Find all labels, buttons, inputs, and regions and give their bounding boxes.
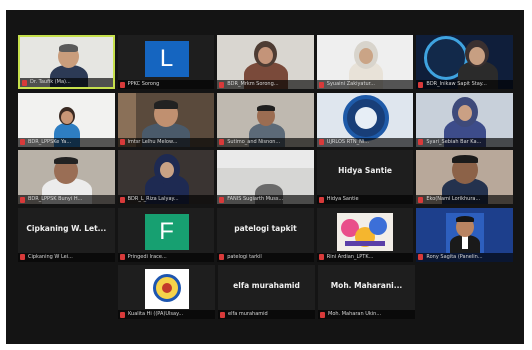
- gallery-row: BDR_LPPSK Bunyi H... BDR_L_Riza Lalyay..…: [18, 150, 516, 204]
- participant-tile[interactable]: BDR_L_Riza Lalyay...: [117, 150, 215, 204]
- participant-name: Hidya Santie: [316, 195, 414, 204]
- video-conference-window: Dr. Taufik (Ma)... L PPKC Sorong BDR_Mrk…: [6, 10, 524, 344]
- portrait-photo: [446, 212, 485, 253]
- mic-muted-icon: [418, 254, 424, 260]
- participant-tile[interactable]: BDR_LPPSK Bunyi H...: [18, 150, 115, 204]
- mic-muted-icon: [22, 79, 27, 86]
- mic-muted-icon: [318, 139, 324, 145]
- mic-muted-icon: [119, 254, 125, 260]
- gallery-row: Dr. Taufik (Ma)... L PPKC Sorong BDR_Mrk…: [18, 35, 516, 89]
- participant-display-name: elfa murahamid: [233, 281, 300, 290]
- participant-tile[interactable]: Kualita Hi ((PA)Ulsay...: [118, 265, 215, 319]
- participant-name: BDR_Inikaw Sapit Stay...: [416, 80, 513, 89]
- mic-muted-icon: [418, 139, 424, 145]
- participant-tile[interactable]: Syuaini Zakiyatur...: [316, 35, 414, 89]
- gallery-row: Cipkaning W. Let... Cipkaning W Lei... F…: [18, 207, 516, 262]
- participant-name: Dr. Taufik (Ma)...: [20, 78, 113, 87]
- mic-muted-icon: [219, 139, 225, 145]
- participant-tile[interactable]: elfa murahamid elfa murahamid: [218, 265, 315, 319]
- event-banner-image: [336, 212, 393, 251]
- emblem-image: [145, 269, 189, 309]
- avatar: L: [144, 41, 189, 77]
- participant-name: patelogi tarkil: [217, 252, 314, 262]
- participant-name: Eko(Nami Lorikhura...: [416, 195, 513, 204]
- participant-name: BDR_LPPSK Bunyi H...: [18, 195, 115, 204]
- participant-display-name: Moh. Maharani...: [330, 281, 403, 290]
- participant-tile[interactable]: FANIS Sugiarth Muss...: [217, 150, 314, 204]
- mic-muted-icon: [119, 196, 125, 203]
- participant-name: Kualita Hi ((PA)Ulsay...: [118, 310, 215, 319]
- mic-muted-icon: [219, 196, 225, 203]
- participant-name: Syari_Sebiah Bar Ka...: [416, 137, 513, 147]
- participant-tile[interactable]: Rini Ardian_LPTK...: [316, 207, 414, 262]
- participant-tile[interactable]: Sutimo_and Nisnon...: [217, 92, 314, 147]
- participant-name: elfa murahamid: [218, 310, 315, 319]
- mic-muted-icon: [220, 311, 225, 318]
- mic-muted-icon: [318, 196, 324, 203]
- participant-tile[interactable]: BDR_LPPSKe Ya...: [18, 92, 115, 147]
- participant-display-name: Cipkaning W. Let...: [26, 223, 107, 233]
- participant-name: Sutimo_and Nisnon...: [217, 137, 314, 147]
- mic-muted-icon: [120, 311, 125, 318]
- mic-muted-icon: [320, 311, 325, 318]
- mic-muted-icon: [318, 81, 324, 88]
- participant-display-name: Hidya Santie: [338, 166, 392, 175]
- participant-name: Cipkaning W Lei...: [18, 252, 115, 262]
- mic-muted-icon: [20, 196, 25, 203]
- participant-name: Syuaini Zakiyatur...: [316, 80, 414, 89]
- participant-tile[interactable]: UJRLOS RTN_Ni...: [316, 92, 414, 147]
- participant-tile[interactable]: F Pringedi Irace...: [117, 207, 215, 262]
- mic-muted-icon: [418, 81, 424, 88]
- participant-tile[interactable]: Cipkaning W. Let... Cipkaning W Lei...: [18, 207, 115, 262]
- gallery-row: Kualita Hi ((PA)Ulsay... elfa murahamid …: [18, 265, 516, 319]
- participant-display-name: patelogi tapkit: [234, 223, 297, 233]
- participant-name: lmtsr Lelhu Melow...: [117, 137, 215, 147]
- mic-muted-icon: [219, 254, 225, 260]
- participant-tile[interactable]: Dr. Taufik (Ma)...: [18, 35, 115, 89]
- emblem-center-icon: [162, 283, 172, 293]
- logo-inner-icon: [354, 106, 377, 129]
- mic-muted-icon: [418, 196, 424, 203]
- participant-name: BDR_L_Riza Lalyay...: [117, 195, 215, 204]
- gallery-row: BDR_LPPSKe Ya... lmtsr Lelhu Melow... Su…: [18, 92, 516, 147]
- participant-tile[interactable]: Hidya Santie Hidya Santie: [316, 150, 414, 204]
- participant-name: Rony Sagita (Panelin...: [416, 252, 513, 262]
- mic-muted-icon: [119, 81, 125, 88]
- participant-name: BDR_LPPSKe Ya...: [18, 137, 115, 147]
- participant-name: Moh. Maharan Ukin...: [318, 310, 415, 319]
- mic-muted-icon: [20, 254, 25, 260]
- participant-name: UJRLOS RTN_Ni...: [316, 137, 414, 147]
- participant-tile[interactable]: Eko(Nami Lorikhura...: [416, 150, 513, 204]
- participant-gallery: Dr. Taufik (Ma)... L PPKC Sorong BDR_Mrk…: [18, 35, 516, 323]
- participant-tile[interactable]: L PPKC Sorong: [117, 35, 215, 89]
- participant-tile[interactable]: BDR_Mrkm Sorong...: [217, 35, 314, 89]
- participant-name: FANIS Sugiarth Muss...: [217, 195, 314, 204]
- participant-name: Pringedi Irace...: [117, 252, 215, 262]
- mic-muted-icon: [119, 139, 125, 145]
- mic-muted-icon: [20, 139, 25, 145]
- avatar: F: [144, 213, 189, 250]
- participant-name: BDR_Mrkm Sorong...: [217, 80, 314, 89]
- participant-name: Rini Ardian_LPTK...: [316, 252, 414, 262]
- participant-tile[interactable]: BDR_Inikaw Sapit Stay...: [416, 35, 513, 89]
- participant-tile[interactable]: Rony Sagita (Panelin...: [416, 207, 513, 262]
- participant-tile[interactable]: patelogi tapkit patelogi tarkil: [217, 207, 314, 262]
- mic-muted-icon: [318, 254, 324, 260]
- participant-name: PPKC Sorong: [117, 80, 215, 89]
- mic-muted-icon: [219, 81, 225, 88]
- participant-tile[interactable]: Syari_Sebiah Bar Ka...: [416, 92, 513, 147]
- participant-tile[interactable]: lmtsr Lelhu Melow...: [117, 92, 215, 147]
- participant-tile[interactable]: Moh. Maharani... Moh. Maharan Ukin...: [318, 265, 415, 319]
